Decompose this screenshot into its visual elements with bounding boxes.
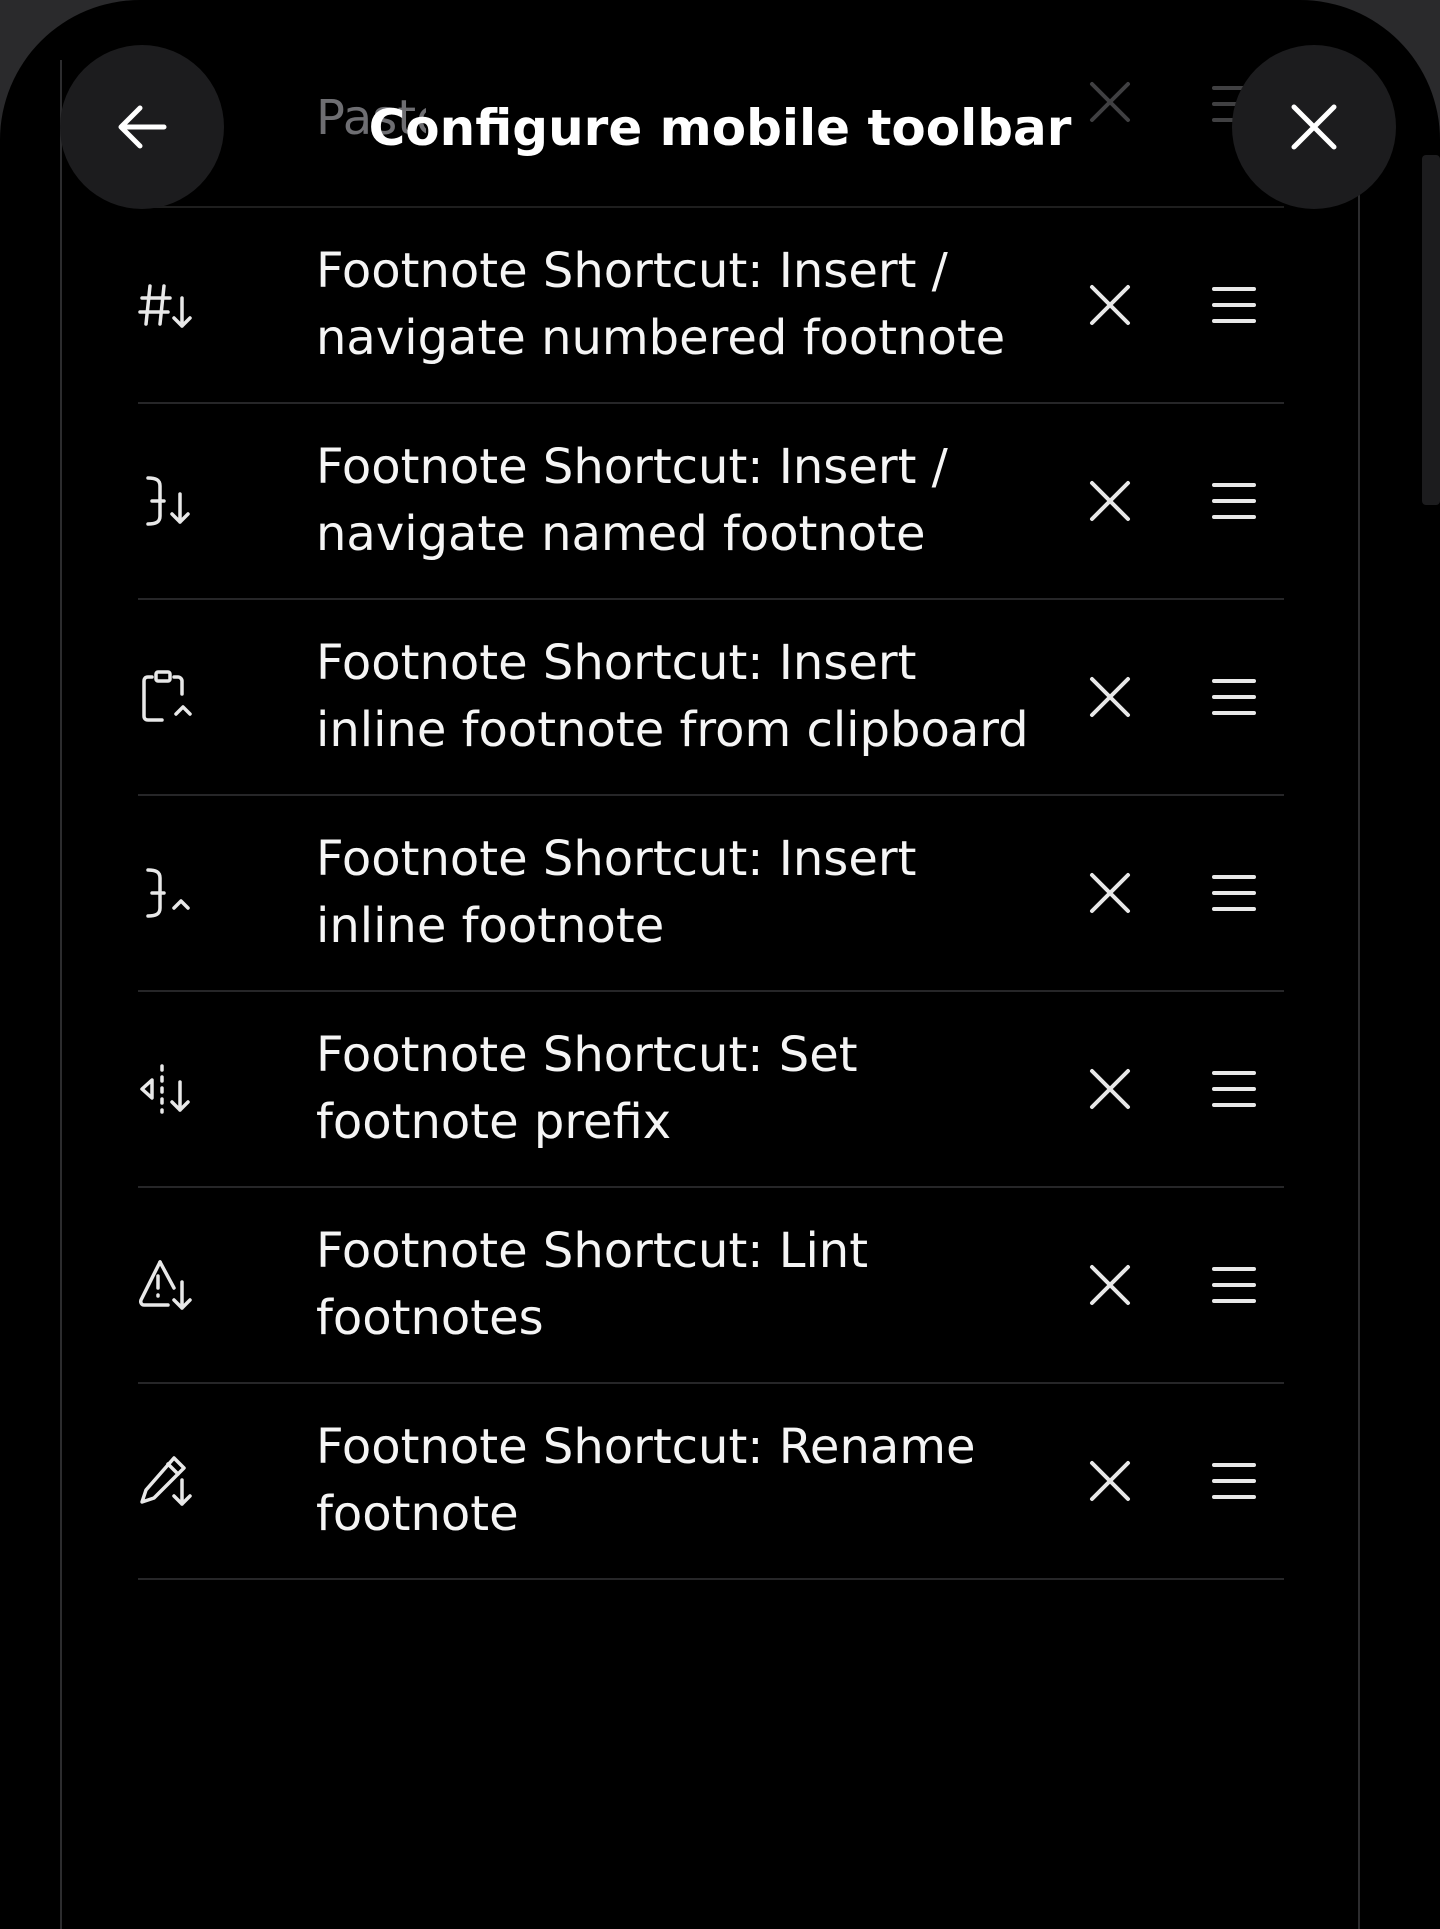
list-item[interactable]: Footnote Shortcut: Insert inline footnot…: [138, 796, 1284, 992]
text-cursor-arrow-up-icon: [138, 864, 196, 922]
remove-icon[interactable]: [1088, 1067, 1132, 1111]
remove-icon[interactable]: [1088, 283, 1132, 327]
remove-icon[interactable]: [1088, 675, 1132, 719]
remove-icon[interactable]: [1088, 479, 1132, 523]
remove-icon[interactable]: [1088, 871, 1132, 915]
drag-handle-icon[interactable]: [1210, 1459, 1258, 1503]
text-cursor-arrow-down-icon: [138, 472, 196, 530]
page-title: Configure mobile toolbar: [368, 99, 1072, 157]
remove-icon[interactable]: [1088, 1263, 1132, 1307]
list-item-label: Footnote Shortcut: Insert / navigate num…: [316, 243, 1006, 366]
drag-handle-icon[interactable]: [1210, 1263, 1258, 1307]
list-item-label: Footnote Shortcut: Insert inline footnot…: [316, 635, 1029, 758]
modal-sheet: Paste Configure mobile toolbar: [0, 0, 1440, 1929]
hash-arrow-down-icon: [138, 276, 196, 334]
drag-handle-icon[interactable]: [1210, 479, 1258, 523]
list-item-label: Footnote Shortcut: Insert inline footnot…: [316, 831, 917, 954]
list-item[interactable]: Footnote Shortcut: Rename footnote: [138, 1384, 1284, 1580]
list-item[interactable]: Footnote Shortcut: Set footnote prefix: [138, 992, 1284, 1188]
drag-handle-icon[interactable]: [1210, 283, 1258, 327]
pen-arrow-down-icon: [138, 1452, 196, 1510]
warning-arrow-down-icon: [138, 1256, 196, 1314]
list-item-label: Footnote Shortcut: Set footnote prefix: [316, 1027, 858, 1150]
list-item-label: Footnote Shortcut: Lint footnotes: [316, 1223, 869, 1346]
drag-handle-icon[interactable]: [1210, 1067, 1258, 1111]
list-item[interactable]: Footnote Shortcut: Insert / navigate nam…: [138, 404, 1284, 600]
list-item[interactable]: Footnote Shortcut: Insert inline footnot…: [138, 600, 1284, 796]
toolbar-command-list: Footnote Shortcut: Insert / navigate num…: [138, 208, 1284, 1580]
list-item[interactable]: Footnote Shortcut: Lint footnotes: [138, 1188, 1284, 1384]
remove-icon[interactable]: [1088, 1459, 1132, 1503]
drag-handle-icon[interactable]: [1210, 675, 1258, 719]
modal-header: Configure mobile toolbar: [0, 0, 1440, 210]
drag-handle-icon[interactable]: [1210, 871, 1258, 915]
list-item-label: Footnote Shortcut: Insert / navigate nam…: [316, 439, 948, 562]
clipboard-arrow-up-icon: [138, 668, 196, 726]
split-arrow-down-icon: [138, 1060, 196, 1118]
list-item[interactable]: Footnote Shortcut: Insert / navigate num…: [138, 208, 1284, 404]
list-item-label: Footnote Shortcut: Rename footnote: [316, 1419, 976, 1542]
